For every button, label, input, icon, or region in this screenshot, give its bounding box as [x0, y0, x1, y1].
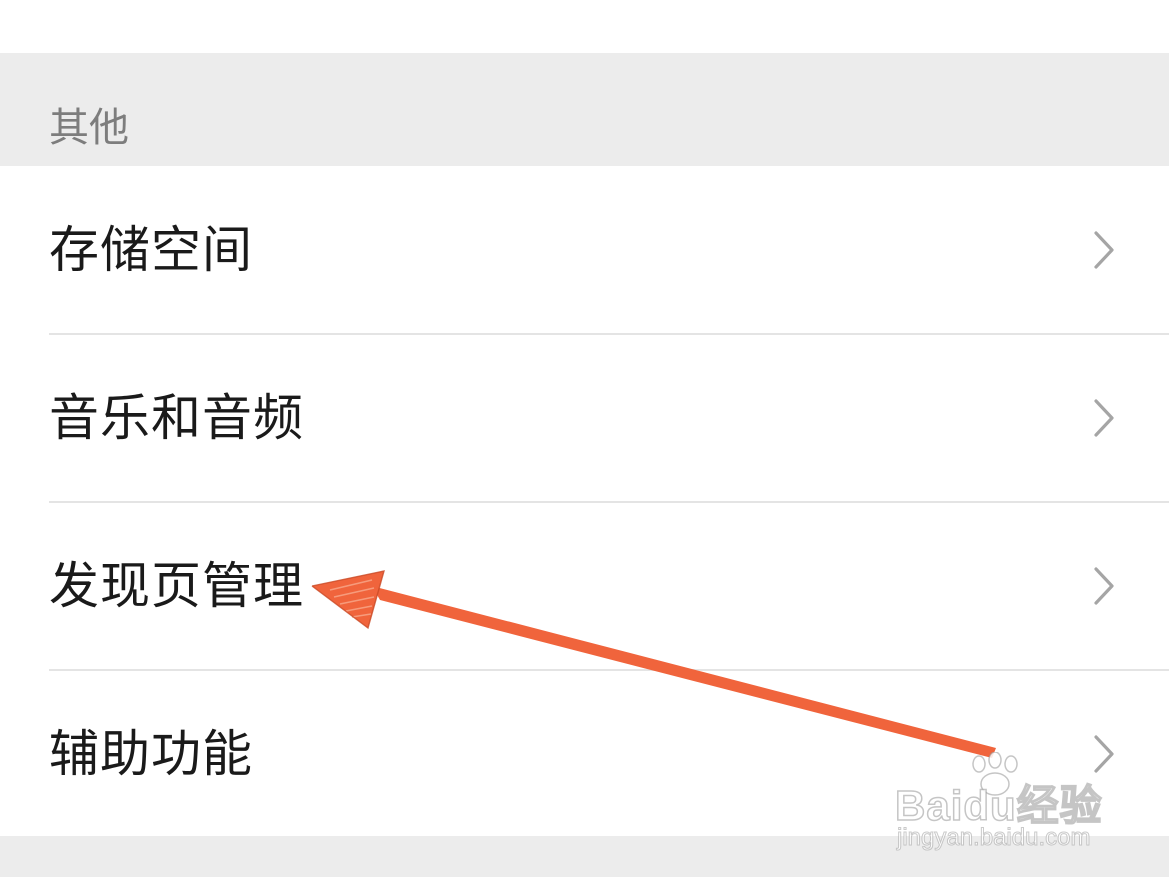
chevron-right-icon	[1094, 735, 1114, 773]
settings-item-label: 发现页管理	[49, 557, 304, 615]
chevron-right-icon	[1094, 399, 1114, 437]
settings-item-label: 辅助功能	[49, 725, 253, 783]
chevron-right-icon	[1094, 567, 1114, 605]
settings-list: 存储空间 音乐和音频 发现页管理 辅助功能	[0, 166, 1169, 836]
settings-item-discover-management[interactable]: 发现页管理	[0, 502, 1169, 670]
chevron-right-icon	[1094, 231, 1114, 269]
top-blank-area	[0, 0, 1169, 53]
settings-item-music-audio[interactable]: 音乐和音频	[0, 334, 1169, 502]
settings-item-accessibility[interactable]: 辅助功能	[0, 670, 1169, 838]
settings-item-storage[interactable]: 存储空间	[0, 166, 1169, 334]
bottom-section-background	[0, 836, 1169, 877]
settings-item-label: 音乐和音频	[49, 389, 304, 447]
section-header-other	[0, 53, 1169, 166]
settings-item-label: 存储空间	[49, 221, 253, 279]
section-header-label: 其他	[49, 105, 129, 151]
